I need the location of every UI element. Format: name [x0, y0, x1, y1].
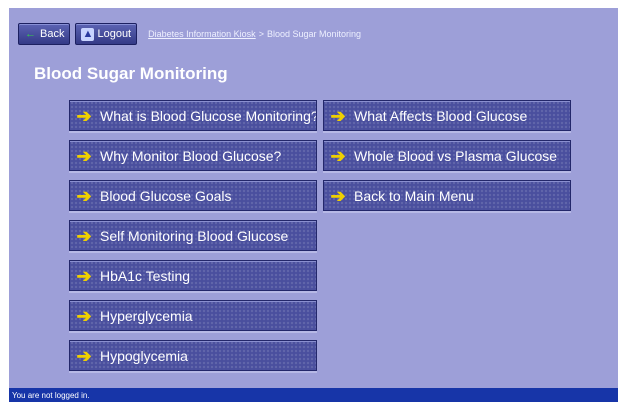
- logout-icon: ▲: [81, 27, 95, 41]
- menu-item-label: HbA1c Testing: [100, 267, 191, 284]
- login-status-text: You are not logged in.: [12, 390, 90, 400]
- menu-item-label: Back to Main Menu: [354, 187, 474, 204]
- arrow-right-icon: ➔: [76, 185, 92, 206]
- menu-item-self-monitoring[interactable]: ➔ Self Monitoring Blood Glucose: [69, 220, 317, 251]
- arrow-right-icon: ➔: [76, 105, 92, 126]
- arrow-right-icon: ➔: [76, 305, 92, 326]
- page-title: Blood Sugar Monitoring: [34, 64, 228, 83]
- menu-item-back-to-main[interactable]: ➔ Back to Main Menu: [323, 180, 571, 211]
- menu-item-whole-vs-plasma[interactable]: ➔ Whole Blood vs Plasma Glucose: [323, 140, 571, 171]
- back-button[interactable]: ← Back: [18, 23, 71, 45]
- breadcrumb-current: Blood Sugar Monitoring: [266, 29, 362, 39]
- arrow-left-icon: ←: [25, 27, 36, 40]
- menu-item-label: Blood Glucose Goals: [100, 187, 232, 204]
- menu-item-label: Why Monitor Blood Glucose?: [100, 147, 282, 164]
- arrow-right-icon: ➔: [330, 145, 346, 166]
- arrow-right-icon: ➔: [76, 145, 92, 166]
- menu-item-label: What Affects Blood Glucose: [354, 107, 528, 124]
- menu-item-hypoglycemia[interactable]: ➔ Hypoglycemia: [69, 340, 317, 371]
- menu-item-label: Hyperglycemia: [100, 307, 193, 324]
- arrow-right-icon: ➔: [330, 185, 346, 206]
- kiosk-window: ← Back ▲ Logout Diabetes Information Kio…: [9, 8, 618, 402]
- menu-item-hyperglycemia[interactable]: ➔ Hyperglycemia: [69, 300, 317, 331]
- menu-item-label: What is Blood Glucose Monitoring?: [100, 107, 317, 124]
- menu-item-hba1c-testing[interactable]: ➔ HbA1c Testing: [69, 260, 317, 291]
- menu-item-label: Whole Blood vs Plasma Glucose: [354, 147, 558, 164]
- menu-item-why-monitor[interactable]: ➔ Why Monitor Blood Glucose?: [69, 140, 317, 171]
- menu-item-label: Self Monitoring Blood Glucose: [100, 227, 289, 244]
- menu-item-what-is-monitoring[interactable]: ➔ What is Blood Glucose Monitoring?: [69, 100, 317, 131]
- back-label: Back: [40, 28, 65, 40]
- arrow-right-icon: ➔: [76, 345, 92, 366]
- top-toolbar: ← Back ▲ Logout Diabetes Information Kio…: [18, 22, 361, 46]
- breadcrumb-separator: >: [258, 29, 264, 39]
- logout-label: Logout: [97, 28, 132, 40]
- menu-item-glucose-goals[interactable]: ➔ Blood Glucose Goals: [69, 180, 317, 211]
- arrow-right-icon: ➔: [76, 225, 92, 246]
- breadcrumb: Diabetes Information Kiosk > Blood Sugar…: [148, 29, 361, 39]
- breadcrumb-link-home[interactable]: Diabetes Information Kiosk: [148, 29, 256, 39]
- menu-item-what-affects-glucose[interactable]: ➔ What Affects Blood Glucose: [323, 100, 571, 131]
- status-bar: You are not logged in.: [9, 388, 618, 402]
- menu-item-label: Hypoglycemia: [100, 347, 188, 364]
- logout-button[interactable]: ▲ Logout: [75, 23, 138, 45]
- arrow-right-icon: ➔: [330, 105, 346, 126]
- arrow-right-icon: ➔: [76, 265, 92, 286]
